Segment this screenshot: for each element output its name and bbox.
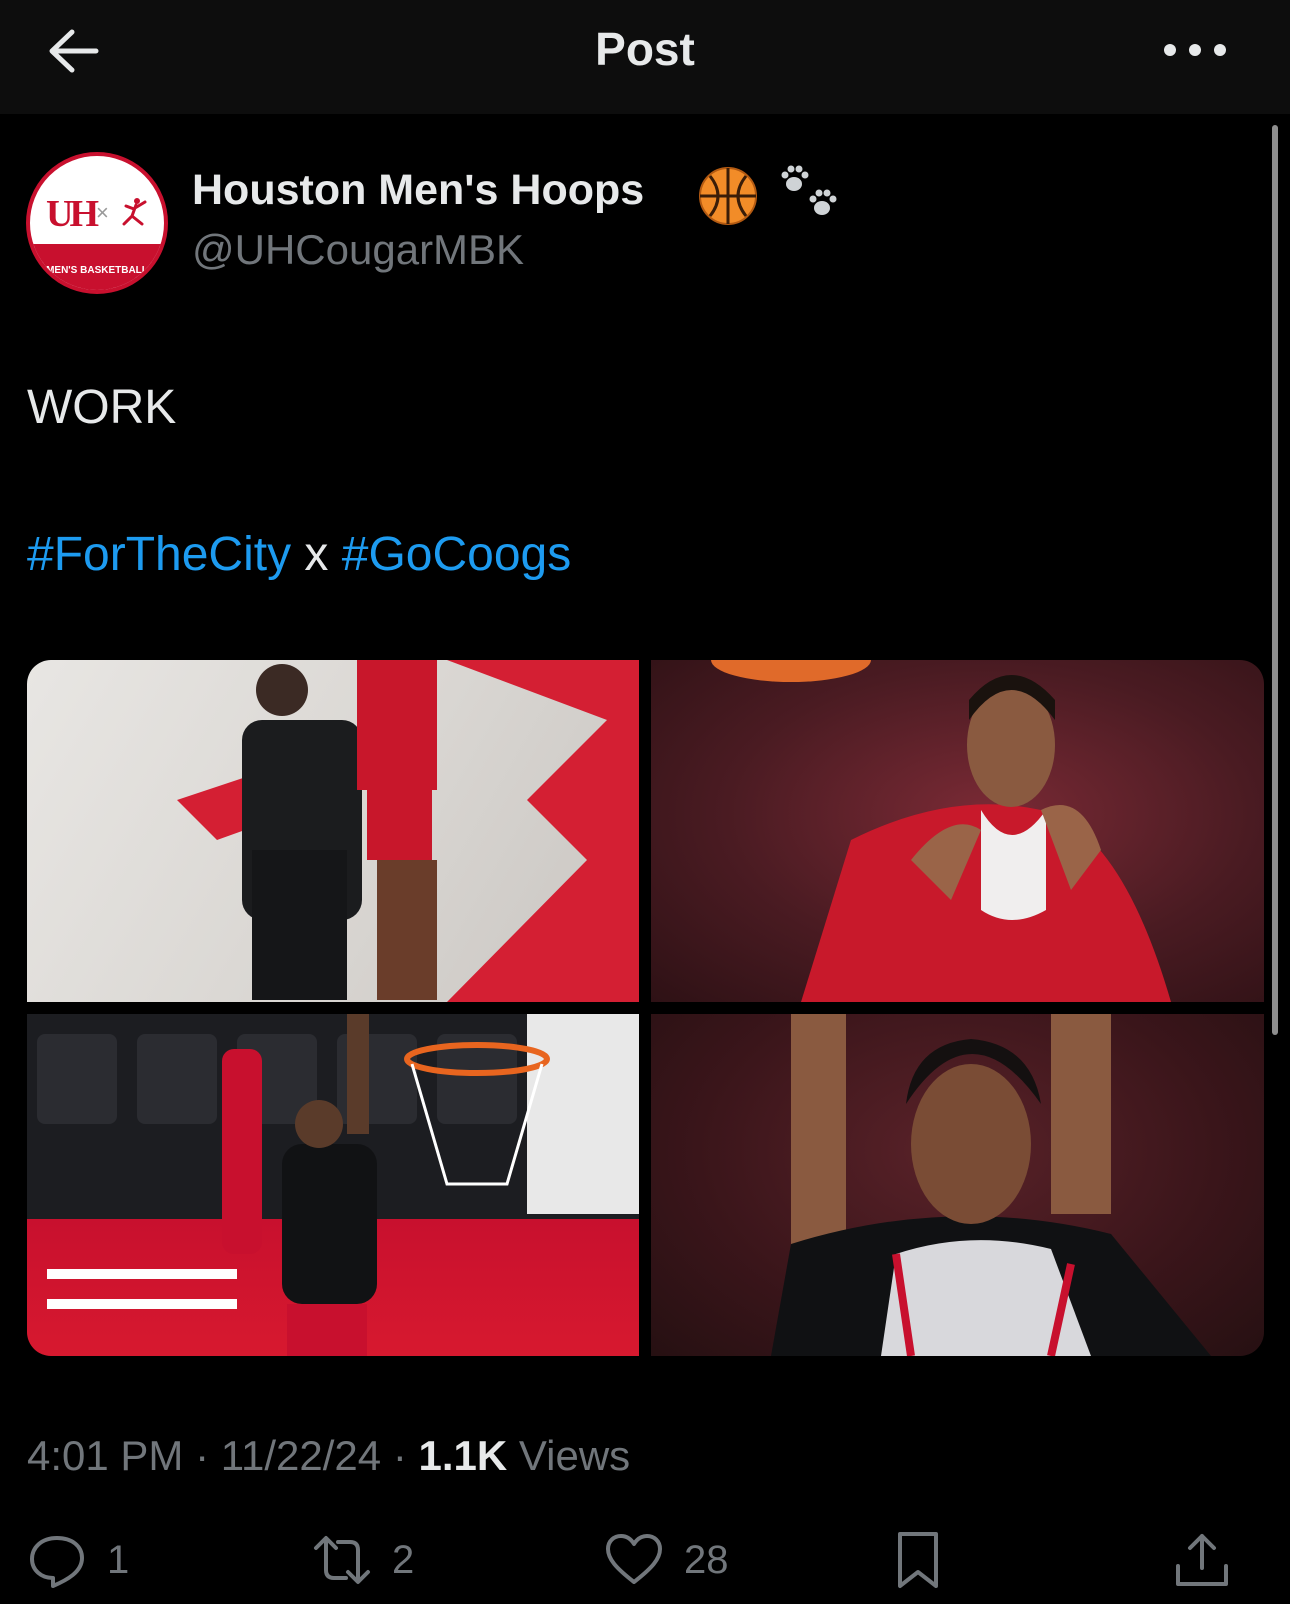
repost-count: 2: [392, 1538, 415, 1582]
reply-count: 1: [107, 1538, 130, 1582]
more-icon[interactable]: [1160, 38, 1230, 62]
meta-separator: ·: [195, 1432, 210, 1479]
views-count: 1.1K: [418, 1432, 508, 1479]
photo-player-layup-at-basket[interactable]: [27, 1014, 639, 1356]
share-button[interactable]: [1172, 1530, 1232, 1590]
avatar-logo-text: UH: [46, 193, 99, 235]
scrollbar[interactable]: [1272, 125, 1278, 1035]
hashtag-connector: x: [304, 528, 329, 581]
reply-button[interactable]: 1: [27, 1530, 147, 1590]
avatar-separator: ×: [96, 200, 109, 225]
basketball-icon: [699, 167, 757, 225]
share-icon: [1176, 1534, 1228, 1586]
jumpman-icon: [122, 198, 147, 226]
like-count: 28: [684, 1538, 729, 1582]
bookmark-button[interactable]: [888, 1530, 948, 1590]
page-title: Post: [595, 23, 695, 75]
repost-button[interactable]: 2: [312, 1530, 442, 1590]
photo-practice-coach-and-player[interactable]: [27, 660, 639, 1002]
media-grid: [27, 660, 1264, 1356]
like-button[interactable]: 28: [604, 1530, 754, 1590]
author-handle[interactable]: @UHCougarMBK: [192, 226, 524, 274]
paw-prints-icon: [781, 165, 837, 215]
avatar[interactable]: UH × MEN'S BASKETBALL: [26, 152, 168, 294]
post-text: WORK: [27, 381, 177, 434]
photo-player-free-throw-black-jersey[interactable]: [651, 1014, 1264, 1356]
top-bar: Post: [0, 0, 1290, 114]
avatar-band-text: MEN'S BASKETBALL: [46, 265, 148, 276]
heart-icon: [606, 1534, 662, 1584]
views-label: Views: [518, 1432, 631, 1479]
meta-separator: ·: [392, 1432, 407, 1479]
post-time: 4:01 PM: [27, 1432, 184, 1479]
hashtag-link[interactable]: #ForTheCity: [27, 528, 291, 581]
author-display-name[interactable]: Houston Men's Hoops: [192, 166, 644, 215]
bookmark-icon: [898, 1532, 938, 1588]
hashtag-link[interactable]: #GoCoogs: [342, 528, 571, 581]
repost-icon: [314, 1536, 370, 1584]
post-date: 11/22/24: [220, 1432, 382, 1479]
post-meta: 4:01 PM · 11/22/24 · 1.1K Views: [27, 1432, 630, 1480]
post-hashtags: #ForTheCity x #GoCoogs: [27, 527, 571, 582]
photo-player-shooting-form-red-jersey[interactable]: [651, 660, 1264, 1002]
reply-icon: [30, 1536, 84, 1588]
